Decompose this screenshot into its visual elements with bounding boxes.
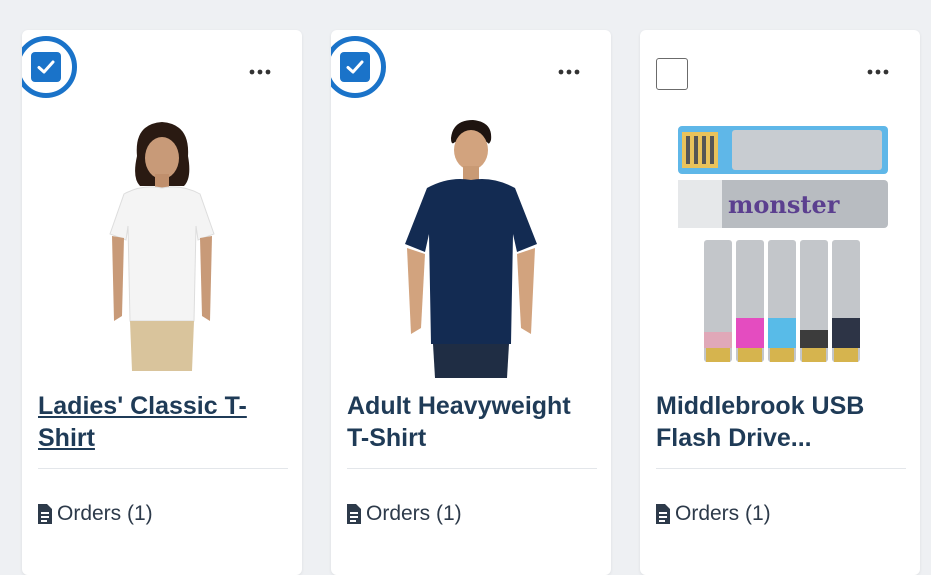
product-select-checkbox[interactable] [22, 36, 77, 98]
product-card: monster Middlebrook USB Flash Drive... O… [640, 30, 920, 575]
orders-label: Orders (1) [366, 502, 462, 525]
ellipsis-icon [867, 69, 889, 75]
product-image[interactable] [371, 116, 571, 378]
checkbox-checked-icon [31, 52, 61, 82]
divider [347, 468, 597, 469]
checkbox-checked-icon [340, 52, 370, 82]
document-icon [347, 504, 361, 524]
product-select-checkbox[interactable] [656, 58, 688, 90]
product-image[interactable]: monster [672, 122, 892, 372]
more-options-button[interactable] [248, 60, 272, 84]
product-card: Adult Heavyweight T-Shirt Orders (1) [331, 30, 611, 575]
orders-link[interactable]: Orders (1) [36, 502, 153, 526]
ellipsis-icon [558, 69, 580, 75]
product-select-checkbox[interactable] [331, 36, 386, 98]
more-options-button[interactable] [557, 60, 581, 84]
divider [656, 468, 906, 469]
product-grid: Ladies' Classic T-Shirt Orders (1) Adult… [0, 0, 931, 575]
more-options-button[interactable] [866, 60, 890, 84]
orders-label: Orders (1) [57, 502, 153, 525]
usb-brand-text: monster [728, 190, 840, 219]
product-image[interactable] [62, 116, 262, 378]
document-icon [38, 504, 52, 524]
orders-label: Orders (1) [675, 502, 771, 525]
ellipsis-icon [249, 69, 271, 75]
orders-link[interactable]: Orders (1) [345, 502, 462, 526]
product-card: Ladies' Classic T-Shirt Orders (1) [22, 30, 302, 575]
product-title[interactable]: Middlebrook USB Flash Drive... [656, 390, 896, 454]
orders-link[interactable]: Orders (1) [654, 502, 771, 526]
document-icon [656, 504, 670, 524]
product-title[interactable]: Adult Heavyweight T-Shirt [347, 390, 587, 454]
divider [38, 468, 288, 469]
product-title-link[interactable]: Ladies' Classic T-Shirt [38, 390, 278, 454]
